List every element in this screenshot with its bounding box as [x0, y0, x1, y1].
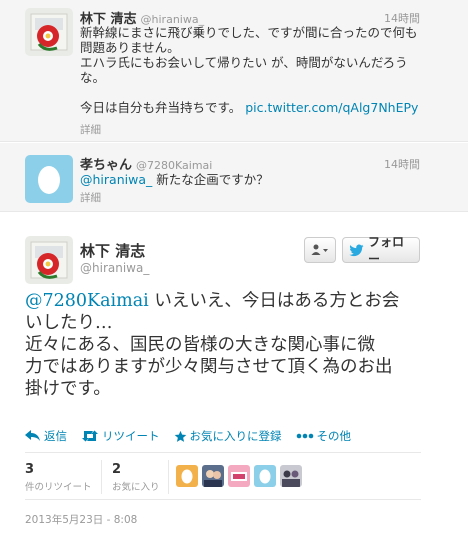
favorite-label: お気に入りに登録	[189, 429, 282, 443]
tweet-timestamp[interactable]: 2013年5月23日 - 8:08	[25, 512, 137, 527]
user-actions-button[interactable]	[304, 237, 336, 263]
divider	[25, 499, 421, 500]
favorite-count-label: お気に入り	[112, 482, 160, 493]
avatar[interactable]	[25, 8, 73, 56]
retweet-count-label: 件のリツイート	[25, 482, 92, 493]
tweet-item[interactable]: 孝ちゃん @7280Kaimai 14時間 @hiraniwa_ 新たな企画ですか…	[0, 142, 468, 212]
tweet-text-line: 掛けです。	[25, 379, 111, 399]
follow-button[interactable]: フォロー	[342, 235, 420, 266]
stat-separator	[168, 460, 169, 494]
follow-controls: フォロー	[304, 235, 420, 266]
tweet-text-line: @7280Kaimai いえいえ、今日はある方とお会	[25, 290, 425, 312]
avatar[interactable]	[25, 236, 73, 284]
tweet-time[interactable]: 14時間	[384, 10, 420, 26]
tweet-text-line: いしたり…	[25, 313, 113, 333]
ellipsis-icon	[296, 433, 313, 439]
detail-link[interactable]: 詳細	[80, 122, 101, 137]
divider	[25, 452, 421, 453]
favorite-button[interactable]: お気に入りに登録	[174, 428, 282, 444]
retweet-stat[interactable]: 3 件のリツイート	[25, 462, 92, 493]
author-handle[interactable]: @hiraniwa_	[80, 261, 149, 275]
tweet-text-line: な。	[80, 70, 106, 85]
favoriter-avatar[interactable]	[280, 465, 302, 487]
tweet-author-handle[interactable]: @7280Kaimai	[136, 159, 212, 172]
more-label: その他	[316, 429, 352, 443]
retweet-label: リツイート	[102, 429, 160, 443]
retweet-icon	[82, 430, 98, 442]
tweet-text: 新幹線にまさに飛び乗りでした、ですが間に合ったので何も 問題ありません。 エハラ…	[80, 25, 428, 115]
tweet-text-segment: 今日は自分も弁当持ちです。	[80, 100, 242, 115]
favoriter-avatars	[176, 465, 302, 487]
follow-button-label: フォロー	[368, 235, 405, 266]
retweet-button[interactable]: リツイート	[81, 428, 160, 444]
avatar[interactable]	[25, 155, 73, 203]
reply-arrow-icon	[25, 430, 40, 441]
favoriter-avatar[interactable]	[254, 465, 276, 487]
stat-separator	[101, 460, 102, 494]
tweet-text-segment: 新たな企画ですか？	[152, 172, 269, 187]
tweet-text-line: 問題ありません。	[80, 40, 180, 55]
expanded-tweet: 林下 清志 @hiraniwa_ フォロー @7280Kaimai いえいえ、今…	[0, 212, 468, 543]
tweet-text-line: 近々にある、国民の皆様の大きな関心事に微	[25, 335, 375, 355]
mention-link[interactable]: @7280Kaimai	[25, 291, 149, 311]
star-icon	[174, 430, 186, 442]
tweet-time[interactable]: 14時間	[384, 156, 420, 172]
tweet-author-name[interactable]: 孝ちゃん	[80, 158, 132, 173]
favoriter-avatar[interactable]	[176, 465, 198, 487]
tweet-text-line: 今日は自分も弁当持ちです。 pic.twitter.com/qAlg7NhEPy	[80, 100, 428, 115]
tweet-text-line: 力ではありますが少々関与させて頂く為のお出	[25, 357, 393, 377]
tweet-text: @7280Kaimai いえいえ、今日はある方とお会 いしたり… 近々にある、国…	[25, 290, 425, 400]
reply-button[interactable]: 返信	[25, 428, 67, 444]
tweet-text: @hiraniwa_ 新たな企画ですか？	[80, 172, 428, 187]
tweet-item[interactable]: 林下 清志 @hiraniwa_ 14時間 新幹線にまさに飛び乗りでした、ですが間…	[0, 0, 468, 142]
tweet-text-line: 新幹線にまさに飛び乗りでした、ですが間に合ったので何も	[80, 25, 418, 40]
favorite-count: 2	[112, 462, 122, 477]
favorite-stat[interactable]: 2 お気に入り	[112, 462, 160, 493]
pic-link[interactable]: pic.twitter.com/qAlg7NhEPy	[245, 100, 418, 115]
detail-link[interactable]: 詳細	[80, 190, 101, 205]
author-name[interactable]: 林下 清志	[80, 240, 145, 261]
user-dropdown-icon	[311, 244, 328, 255]
favoriter-avatar[interactable]	[202, 465, 224, 487]
more-button[interactable]: その他	[296, 428, 352, 444]
tweet-text-segment: いえいえ、今日はある方とお会	[148, 291, 400, 311]
favoriter-avatar[interactable]	[228, 465, 250, 487]
twitter-bird-icon	[349, 244, 364, 256]
tweet-actions: 返信 リツイート お気に入りに登録 その他	[25, 428, 351, 444]
retweet-count: 3	[25, 462, 35, 477]
mention-link[interactable]: @hiraniwa_	[80, 172, 152, 187]
tweet-text-line: エハラ氏にもお会いして帰りたい が、時間がないんだろう	[80, 55, 408, 70]
reply-label: 返信	[44, 429, 67, 443]
